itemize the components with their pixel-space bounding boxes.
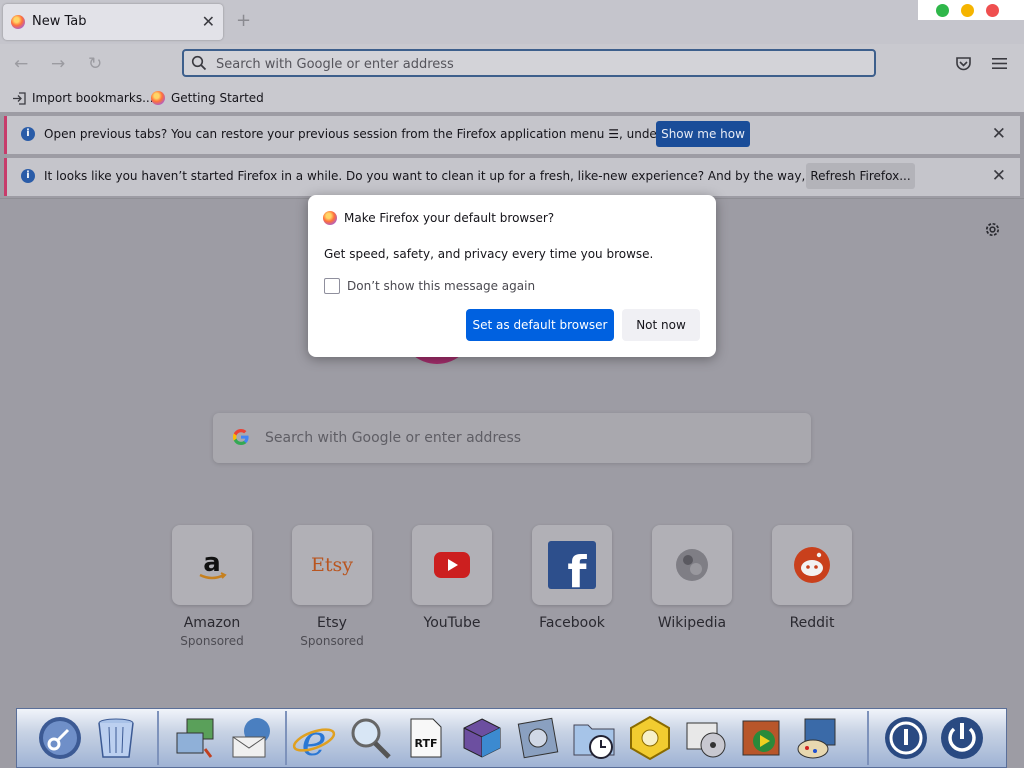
top-site-name: Wikipedia	[657, 615, 727, 631]
minimize-button[interactable]	[961, 4, 974, 17]
info-icon: i	[21, 169, 35, 183]
import-bookmarks-label: Import bookmarks...	[32, 91, 154, 105]
newtab-search-box[interactable]: Search with Google or enter address	[213, 413, 811, 463]
top-site-wikipedia[interactable]: Wikipedia	[632, 525, 752, 631]
trash-icon[interactable]	[93, 715, 139, 761]
reload-button[interactable]: ↻	[88, 54, 102, 74]
restore-session-notification: i Open previous tabs? You can restore yo…	[4, 116, 1020, 154]
sponsored-label: Sponsored	[180, 634, 244, 648]
facebook-icon: f	[532, 525, 612, 605]
dock-separator	[157, 711, 159, 765]
newtab-search-placeholder: Search with Google or enter address	[265, 430, 522, 446]
clock-folder-icon[interactable]	[571, 715, 617, 761]
reddit-icon	[772, 525, 852, 605]
new-tab-button[interactable]: +	[236, 10, 251, 31]
dialog-header: Make Firefox your default browser?	[323, 211, 554, 225]
wikipedia-icon	[652, 525, 732, 605]
pocket-icon[interactable]	[955, 56, 972, 72]
dock: e RTF	[16, 708, 1007, 768]
window-controls	[918, 0, 1024, 20]
tab-new-tab[interactable]: New Tab ✕	[3, 4, 223, 40]
checkbox-label: Don’t show this message again	[347, 279, 536, 293]
svg-text:f: f	[567, 547, 587, 590]
cube-icon[interactable]	[459, 715, 505, 761]
import-icon	[13, 91, 26, 105]
getting-started-bookmark[interactable]: Getting Started	[151, 91, 264, 105]
close-tab-icon[interactable]: ✕	[202, 12, 215, 31]
top-site-facebook[interactable]: f Facebook	[512, 525, 632, 631]
etsy-icon: Etsy	[292, 525, 372, 605]
top-site-name: Amazon	[183, 615, 241, 631]
import-bookmarks-item[interactable]: Import bookmarks...	[12, 91, 154, 105]
search-icon	[191, 55, 207, 71]
firefox-icon	[151, 91, 165, 105]
disk-icon[interactable]	[515, 715, 561, 761]
network-icon[interactable]	[173, 715, 219, 761]
getting-started-label: Getting Started	[171, 91, 264, 105]
internet-explorer-icon[interactable]: e	[291, 715, 337, 765]
power-icon[interactable]	[883, 715, 929, 761]
dock-separator	[867, 711, 869, 765]
forward-button[interactable]: →	[51, 54, 65, 74]
hamburger-menu-icon[interactable]	[992, 57, 1007, 70]
bookmarks-toolbar: Import bookmarks... Getting Started	[0, 84, 1024, 112]
notification-message: It looks like you haven’t started Firefo…	[44, 169, 900, 183]
google-icon	[232, 428, 249, 446]
top-site-name: Etsy	[317, 615, 347, 631]
top-site-name: Facebook	[539, 615, 605, 631]
video-icon[interactable]	[739, 715, 785, 761]
info-icon: i	[21, 127, 35, 141]
notification-message: Open previous tabs? You can restore your…	[44, 127, 711, 141]
refresh-firefox-button[interactable]: Refresh Firefox...	[806, 163, 915, 189]
dont-show-again-row[interactable]: Don’t show this message again	[324, 278, 535, 294]
close-window-button[interactable]	[986, 4, 999, 17]
firefox-icon	[11, 15, 25, 29]
mail-icon[interactable]	[229, 715, 275, 761]
key-icon[interactable]	[37, 715, 83, 761]
amazon-icon: a	[172, 525, 252, 605]
svg-text:a: a	[203, 548, 221, 578]
top-site-reddit[interactable]: Reddit	[752, 525, 872, 631]
default-browser-dialog: Make Firefox your default browser? Get s…	[308, 195, 716, 357]
url-placeholder: Search with Google or enter address	[216, 57, 454, 72]
dock-separator	[285, 711, 287, 765]
top-site-amazon[interactable]: a Amazon Sponsored	[152, 525, 272, 648]
magnifier-icon[interactable]	[347, 715, 393, 761]
etsy-logo-text: Etsy	[311, 554, 353, 576]
hexagon-settings-icon[interactable]	[627, 715, 673, 761]
show-me-how-button[interactable]: Show me how	[656, 121, 750, 147]
top-site-etsy[interactable]: Etsy Etsy Sponsored	[272, 525, 392, 648]
dialog-body: Get speed, safety, and privacy every tim…	[324, 247, 654, 261]
youtube-icon	[412, 525, 492, 605]
top-site-name: YouTube	[423, 615, 481, 631]
top-site-youtube[interactable]: YouTube	[392, 525, 512, 631]
svg-text:RTF: RTF	[415, 737, 438, 750]
media-icon[interactable]	[683, 715, 729, 761]
set-default-browser-button[interactable]: Set as default browser	[466, 309, 614, 341]
not-now-button[interactable]: Not now	[622, 309, 700, 341]
svg-text:e: e	[302, 716, 327, 761]
shutdown-icon[interactable]	[939, 715, 985, 761]
refresh-firefox-notification: i It looks like you haven’t started Fire…	[4, 158, 1020, 196]
dialog-title: Make Firefox your default browser?	[344, 211, 555, 225]
dont-show-again-checkbox[interactable]	[324, 278, 340, 294]
top-site-name: Reddit	[789, 615, 835, 631]
close-notification-icon[interactable]: ✕	[992, 124, 1006, 144]
back-button[interactable]: ←	[14, 54, 28, 74]
tab-title: New Tab	[32, 14, 87, 29]
paint-icon[interactable]	[795, 715, 841, 761]
url-bar[interactable]: Search with Google or enter address	[182, 49, 876, 77]
rtf-document-icon[interactable]: RTF	[403, 715, 449, 761]
close-notification-icon[interactable]: ✕	[992, 166, 1006, 186]
maximize-button[interactable]	[936, 4, 949, 17]
firefox-icon	[323, 211, 337, 225]
sponsored-label: Sponsored	[300, 634, 364, 648]
gear-icon[interactable]	[983, 220, 1002, 239]
